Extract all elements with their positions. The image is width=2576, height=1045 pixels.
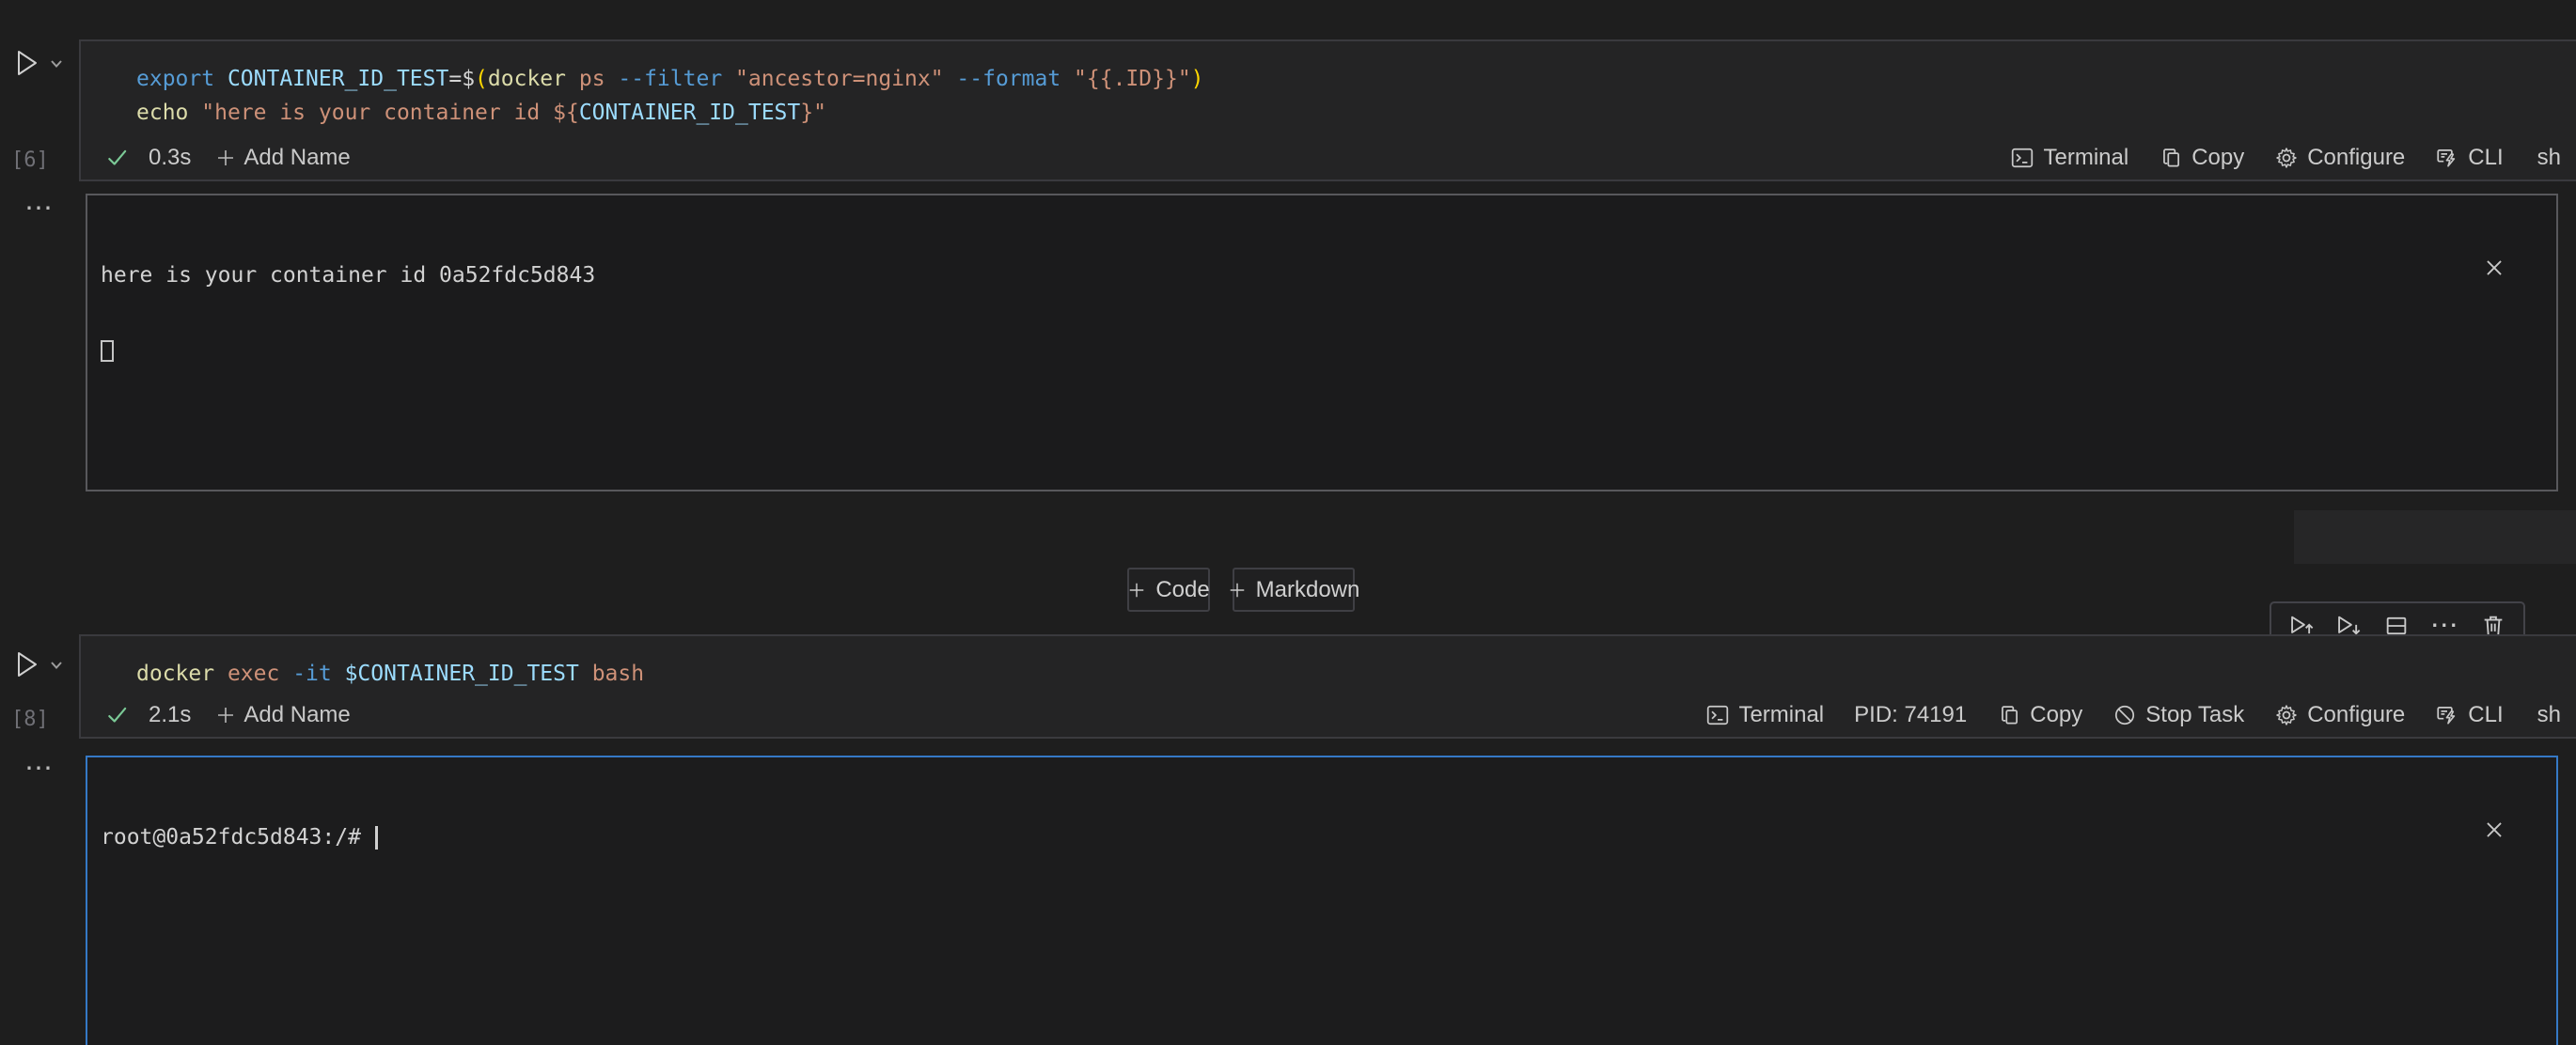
terminal-output[interactable]: root@0a52fdc5d843:/# xyxy=(86,756,2558,1045)
cell-actions: Terminal PID: 74191 Copy Stop Task xyxy=(1705,702,2561,728)
close-icon xyxy=(2482,818,2506,842)
cli-button[interactable]: CLI xyxy=(2435,702,2503,728)
cli-icon xyxy=(2435,146,2459,170)
add-name-button[interactable]: Add Name xyxy=(215,702,350,728)
stop-task-button[interactable]: Stop Task xyxy=(2113,702,2244,728)
kernel-label[interactable]: sh xyxy=(2537,702,2561,728)
copy-icon xyxy=(1997,703,2021,727)
pid-label: PID: 74191 xyxy=(1854,702,1967,728)
configure-button[interactable]: Configure xyxy=(2274,702,2405,728)
run-options-chevron[interactable] xyxy=(49,660,64,671)
add-name-button[interactable]: Add Name xyxy=(215,145,350,171)
terminal-button[interactable]: Terminal xyxy=(2010,145,2128,171)
chevron-down-icon xyxy=(49,58,64,70)
play-icon xyxy=(15,49,39,77)
play-icon xyxy=(15,650,39,678)
execution-duration: 0.3s xyxy=(149,145,191,171)
code-line: export CONTAINER_ID_TEST=$(docker ps --f… xyxy=(136,62,1204,96)
gear-icon xyxy=(2274,703,2299,727)
code-editor[interactable]: export CONTAINER_ID_TEST=$(docker ps --f… xyxy=(136,62,1204,130)
copy-button[interactable]: Copy xyxy=(1997,702,2082,728)
chevron-down-icon xyxy=(49,660,64,671)
cli-icon xyxy=(2435,703,2459,727)
add-markdown-cell-button[interactable]: Markdown xyxy=(1233,568,1355,612)
cell-status-bar: 0.3s Add Name Terminal Copy xyxy=(81,136,2576,179)
configure-button[interactable]: Configure xyxy=(2274,145,2405,171)
terminal-output[interactable]: here is your container id 0a52fdc5d843 xyxy=(86,194,2558,491)
success-check-icon xyxy=(105,703,130,727)
close-output-button[interactable] xyxy=(2482,207,2534,329)
close-output-button[interactable] xyxy=(2482,769,2534,891)
stop-circle-icon xyxy=(2113,703,2137,727)
run-options-chevron[interactable] xyxy=(49,58,64,70)
terminal-prompt-line: root@0a52fdc5d843:/# xyxy=(101,825,2543,850)
run-cell-button[interactable] xyxy=(15,49,39,77)
terminal-icon xyxy=(1705,703,1730,727)
add-code-cell-button[interactable]: Code xyxy=(1127,568,1210,612)
execution-duration: 2.1s xyxy=(149,702,191,728)
close-icon xyxy=(2482,256,2506,280)
terminal-icon xyxy=(2010,146,2034,170)
copy-icon xyxy=(2159,146,2183,170)
cell-status-bar: 2.1s Add Name Terminal PID: 74191 xyxy=(81,694,2576,737)
notebook-cell: docker exec -it $CONTAINER_ID_TEST bash … xyxy=(79,634,2576,739)
execution-count-label: [8] xyxy=(11,708,49,731)
plus-icon xyxy=(1228,581,1247,600)
more-actions-button[interactable]: ⋯ xyxy=(2430,616,2459,635)
code-line: docker exec -it $CONTAINER_ID_TEST bash xyxy=(136,657,644,691)
terminal-line: here is your container id 0a52fdc5d843 xyxy=(101,263,2543,289)
cell-actions: Terminal Copy Configure xyxy=(2010,145,2561,171)
success-check-icon xyxy=(105,146,130,170)
code-line: echo "here is your container id ${CONTAI… xyxy=(136,96,1204,130)
copy-button[interactable]: Copy xyxy=(2159,145,2244,171)
execution-count-label: [6] xyxy=(11,148,49,172)
output-menu-ellipsis[interactable]: ⋯ xyxy=(24,759,55,778)
kernel-label[interactable]: sh xyxy=(2537,145,2561,171)
terminal-cursor xyxy=(101,340,114,362)
terminal-button[interactable]: Terminal xyxy=(1705,702,1824,728)
cli-button[interactable]: CLI xyxy=(2435,145,2503,171)
plus-icon xyxy=(1127,581,1146,600)
output-menu-ellipsis[interactable]: ⋯ xyxy=(24,199,55,218)
run-cell-button[interactable] xyxy=(15,650,39,678)
toolbar-hover-highlight xyxy=(2294,510,2576,564)
gear-icon xyxy=(2274,146,2299,170)
plus-icon xyxy=(215,148,236,168)
plus-icon xyxy=(215,705,236,725)
terminal-cursor xyxy=(375,826,378,850)
code-editor[interactable]: docker exec -it $CONTAINER_ID_TEST bash xyxy=(136,657,644,691)
notebook-cell: export CONTAINER_ID_TEST=$(docker ps --f… xyxy=(79,39,2576,181)
